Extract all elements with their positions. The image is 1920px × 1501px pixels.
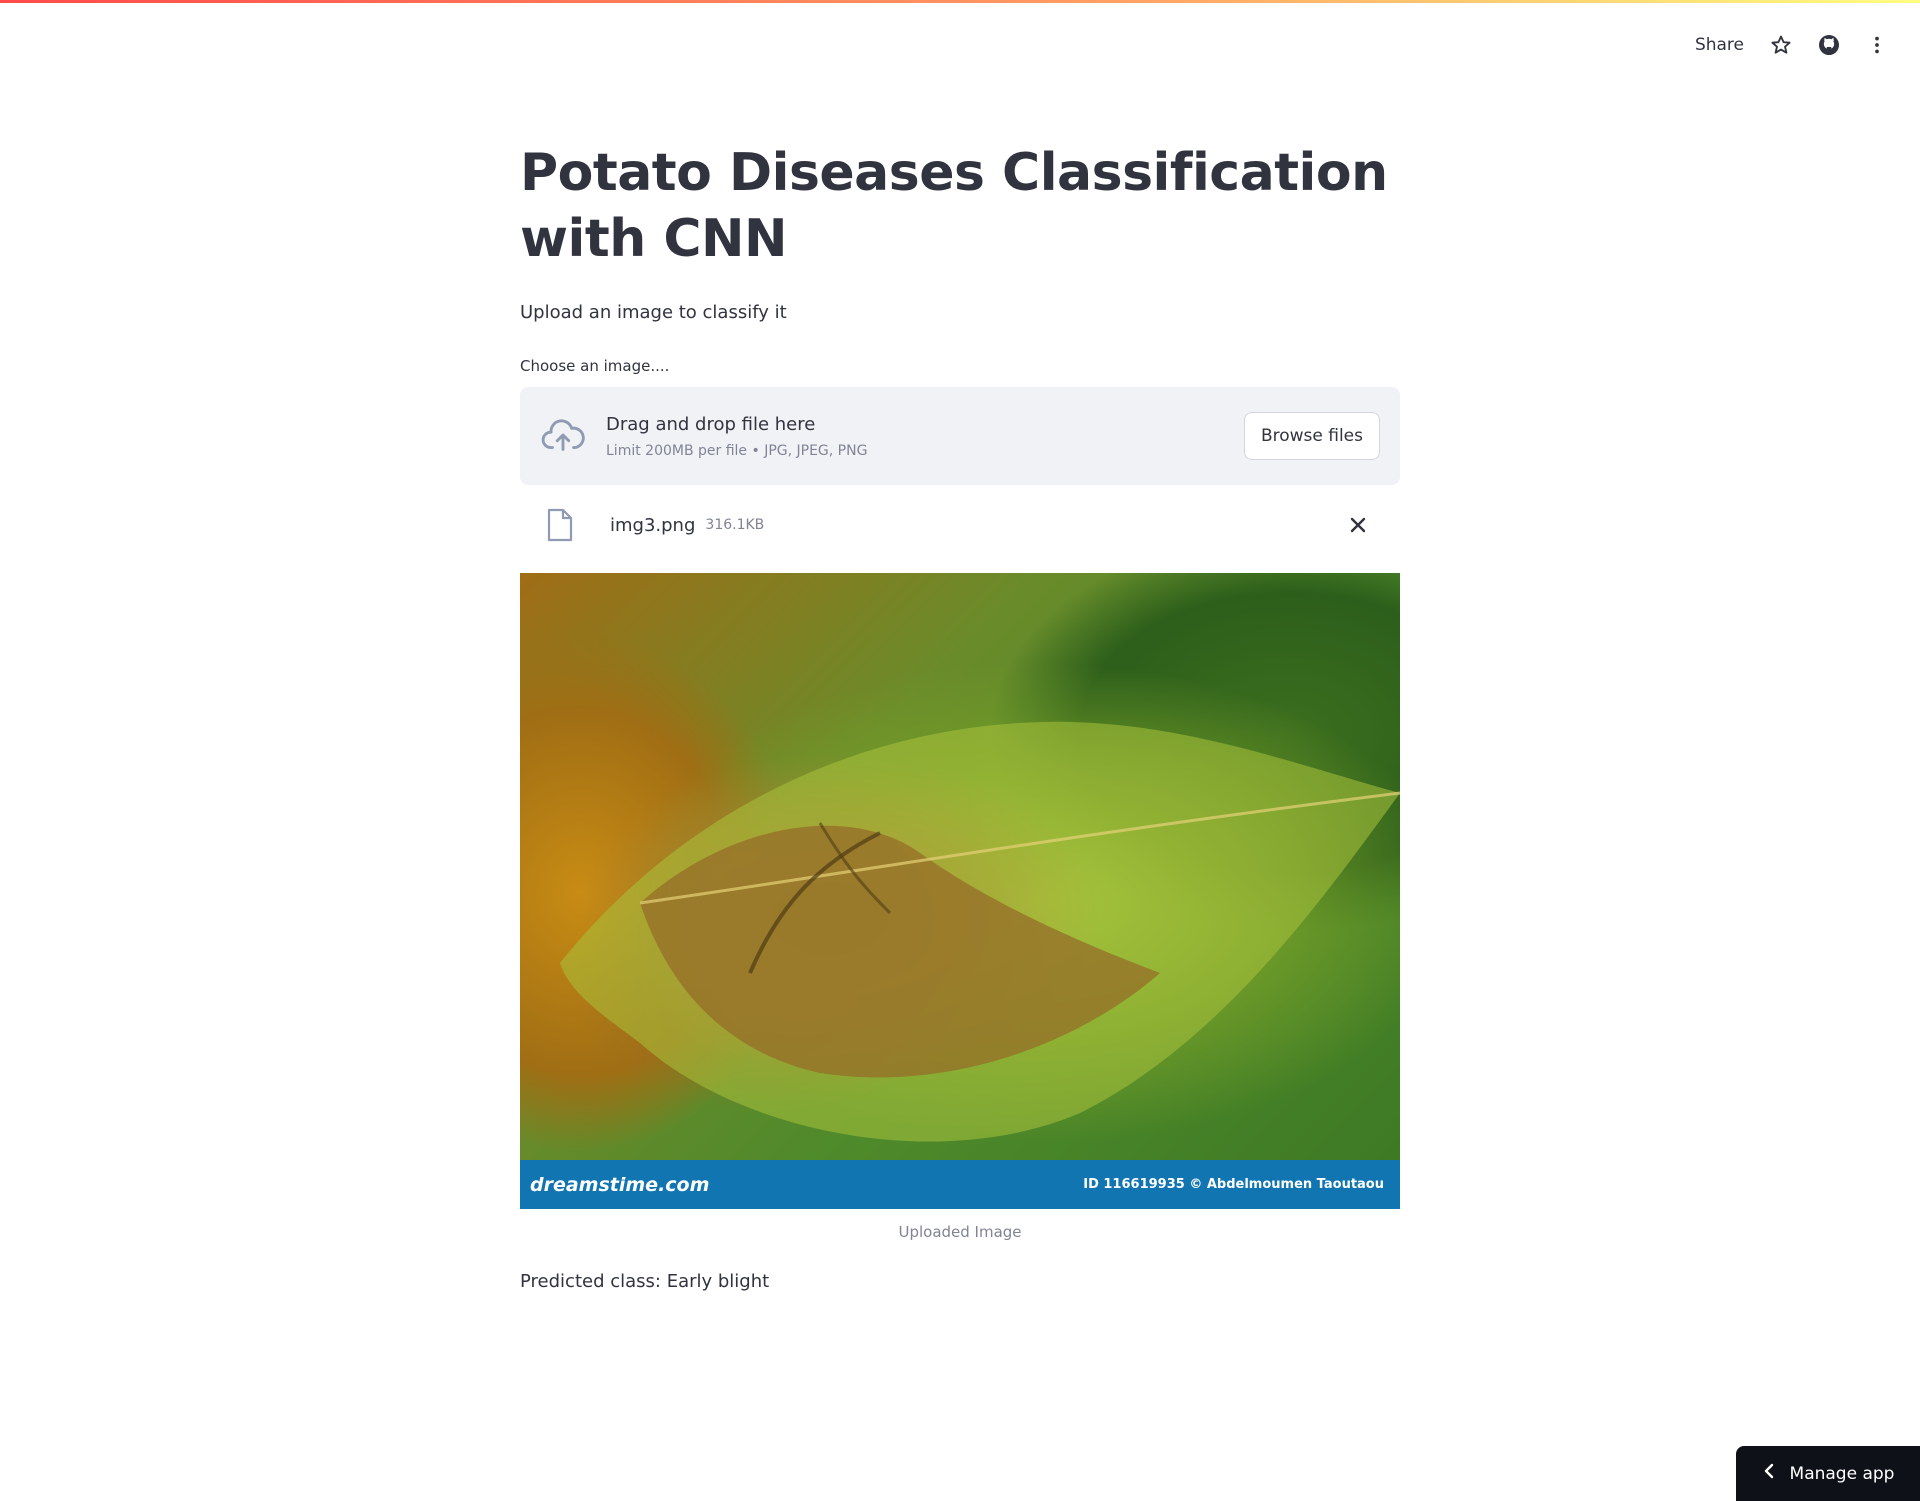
cloud-upload-icon	[540, 413, 586, 459]
image-caption: Uploaded Image	[898, 1223, 1022, 1241]
top-decoration-bar	[0, 0, 1920, 3]
leaf-photo	[520, 573, 1400, 1160]
github-icon[interactable]	[1816, 32, 1842, 58]
uploaded-file-row: img3.png 316.1KB	[520, 499, 1400, 551]
uploaded-file-size: 316.1KB	[705, 517, 765, 533]
manage-app-label: Manage app	[1789, 1463, 1895, 1484]
page-title: Potato Diseases Classification with CNN	[520, 143, 1388, 269]
share-button[interactable]: Share	[1693, 31, 1746, 59]
dropzone-limit: Limit 200MB per file • JPG, JPEG, PNG	[606, 442, 868, 459]
dropzone-instructions: Drag and drop file here	[606, 413, 816, 435]
star-icon[interactable]	[1768, 32, 1794, 58]
subtitle-text: Upload an image to classify it	[520, 302, 787, 323]
watermark-logo: dreamstime.com	[530, 1173, 710, 1196]
chevron-left-icon	[1762, 1463, 1776, 1484]
manage-app-button[interactable]: Manage app	[1736, 1446, 1920, 1501]
app-header: Share	[1693, 28, 1890, 62]
uploader-label: Choose an image....	[520, 357, 670, 375]
more-vert-icon[interactable]	[1864, 32, 1890, 58]
file-dropzone[interactable]: Drag and drop file here Limit 200MB per …	[520, 387, 1400, 485]
file-icon	[546, 508, 576, 542]
image-watermark-banner: dreamstime.com ID 116619935 © Abdelmoume…	[520, 1160, 1400, 1209]
uploaded-file-name: img3.png	[610, 514, 696, 536]
watermark-id: ID 116619935 © Abdelmoumen Taoutaou	[1083, 1177, 1384, 1192]
prediction-result: Predicted class: Early blight	[520, 1271, 770, 1292]
close-icon[interactable]	[1346, 513, 1370, 537]
uploaded-image: dreamstime.com ID 116619935 © Abdelmoume…	[520, 573, 1400, 1209]
main-content: Potato Diseases Classification with CNN …	[520, 140, 1400, 1292]
browse-files-button[interactable]: Browse files	[1243, 412, 1380, 460]
